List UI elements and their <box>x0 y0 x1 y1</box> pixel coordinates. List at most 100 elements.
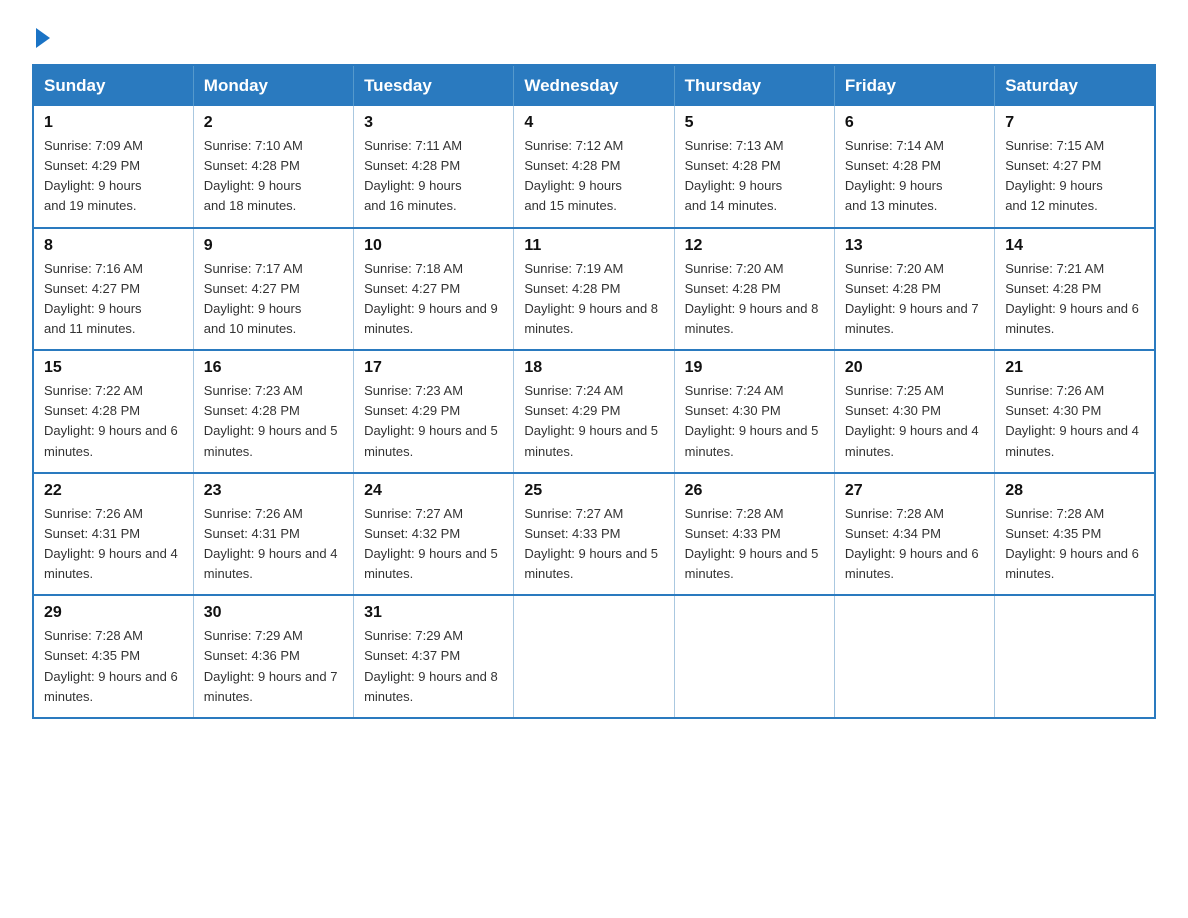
day-number: 22 <box>44 482 183 500</box>
calendar-day-cell: 8 Sunrise: 7:16 AMSunset: 4:27 PMDayligh… <box>33 228 193 351</box>
calendar-day-cell: 31 Sunrise: 7:29 AMSunset: 4:37 PMDaylig… <box>354 595 514 718</box>
calendar-day-cell: 6 Sunrise: 7:14 AMSunset: 4:28 PMDayligh… <box>834 106 994 228</box>
day-info: Sunrise: 7:28 AMSunset: 4:35 PMDaylight:… <box>44 628 178 703</box>
calendar-week-row: 15 Sunrise: 7:22 AMSunset: 4:28 PMDaylig… <box>33 350 1155 473</box>
day-number: 26 <box>685 482 824 500</box>
day-info: Sunrise: 7:19 AMSunset: 4:28 PMDaylight:… <box>524 261 658 336</box>
calendar-day-cell <box>995 595 1155 718</box>
day-info: Sunrise: 7:27 AMSunset: 4:33 PMDaylight:… <box>524 506 658 581</box>
day-number: 12 <box>685 237 824 255</box>
day-number: 11 <box>524 237 663 255</box>
day-info: Sunrise: 7:25 AMSunset: 4:30 PMDaylight:… <box>845 383 979 458</box>
header <box>32 24 1156 48</box>
day-info: Sunrise: 7:23 AMSunset: 4:29 PMDaylight:… <box>364 383 498 458</box>
calendar-week-row: 8 Sunrise: 7:16 AMSunset: 4:27 PMDayligh… <box>33 228 1155 351</box>
day-number: 24 <box>364 482 503 500</box>
day-number: 18 <box>524 359 663 377</box>
day-info: Sunrise: 7:11 AMSunset: 4:28 PMDaylight:… <box>364 138 462 213</box>
header-thursday: Thursday <box>674 65 834 106</box>
day-number: 29 <box>44 604 183 622</box>
day-number: 19 <box>685 359 824 377</box>
day-info: Sunrise: 7:14 AMSunset: 4:28 PMDaylight:… <box>845 138 944 213</box>
calendar-day-cell: 14 Sunrise: 7:21 AMSunset: 4:28 PMDaylig… <box>995 228 1155 351</box>
day-number: 27 <box>845 482 984 500</box>
day-info: Sunrise: 7:15 AMSunset: 4:27 PMDaylight:… <box>1005 138 1104 213</box>
weekday-header-row: Sunday Monday Tuesday Wednesday Thursday… <box>33 65 1155 106</box>
calendar-day-cell: 4 Sunrise: 7:12 AMSunset: 4:28 PMDayligh… <box>514 106 674 228</box>
calendar-day-cell: 27 Sunrise: 7:28 AMSunset: 4:34 PMDaylig… <box>834 473 994 596</box>
day-number: 30 <box>204 604 343 622</box>
calendar-day-cell: 7 Sunrise: 7:15 AMSunset: 4:27 PMDayligh… <box>995 106 1155 228</box>
day-info: Sunrise: 7:24 AMSunset: 4:29 PMDaylight:… <box>524 383 658 458</box>
header-friday: Friday <box>834 65 994 106</box>
day-number: 25 <box>524 482 663 500</box>
calendar-week-row: 1 Sunrise: 7:09 AMSunset: 4:29 PMDayligh… <box>33 106 1155 228</box>
calendar-week-row: 22 Sunrise: 7:26 AMSunset: 4:31 PMDaylig… <box>33 473 1155 596</box>
logo-blue-text <box>32 28 50 48</box>
day-info: Sunrise: 7:28 AMSunset: 4:33 PMDaylight:… <box>685 506 819 581</box>
day-number: 3 <box>364 114 503 132</box>
day-number: 7 <box>1005 114 1144 132</box>
day-info: Sunrise: 7:13 AMSunset: 4:28 PMDaylight:… <box>685 138 784 213</box>
day-info: Sunrise: 7:12 AMSunset: 4:28 PMDaylight:… <box>524 138 623 213</box>
calendar-day-cell <box>674 595 834 718</box>
day-info: Sunrise: 7:16 AMSunset: 4:27 PMDaylight:… <box>44 261 143 336</box>
calendar-day-cell: 28 Sunrise: 7:28 AMSunset: 4:35 PMDaylig… <box>995 473 1155 596</box>
day-info: Sunrise: 7:23 AMSunset: 4:28 PMDaylight:… <box>204 383 338 458</box>
day-info: Sunrise: 7:20 AMSunset: 4:28 PMDaylight:… <box>685 261 819 336</box>
day-info: Sunrise: 7:29 AMSunset: 4:37 PMDaylight:… <box>364 628 498 703</box>
day-number: 6 <box>845 114 984 132</box>
calendar-day-cell: 30 Sunrise: 7:29 AMSunset: 4:36 PMDaylig… <box>193 595 353 718</box>
calendar-day-cell <box>834 595 994 718</box>
calendar-day-cell: 21 Sunrise: 7:26 AMSunset: 4:30 PMDaylig… <box>995 350 1155 473</box>
calendar-day-cell: 20 Sunrise: 7:25 AMSunset: 4:30 PMDaylig… <box>834 350 994 473</box>
calendar-day-cell: 23 Sunrise: 7:26 AMSunset: 4:31 PMDaylig… <box>193 473 353 596</box>
day-number: 4 <box>524 114 663 132</box>
calendar-day-cell: 12 Sunrise: 7:20 AMSunset: 4:28 PMDaylig… <box>674 228 834 351</box>
day-info: Sunrise: 7:24 AMSunset: 4:30 PMDaylight:… <box>685 383 819 458</box>
day-info: Sunrise: 7:21 AMSunset: 4:28 PMDaylight:… <box>1005 261 1139 336</box>
day-number: 2 <box>204 114 343 132</box>
calendar-day-cell: 16 Sunrise: 7:23 AMSunset: 4:28 PMDaylig… <box>193 350 353 473</box>
calendar-day-cell: 9 Sunrise: 7:17 AMSunset: 4:27 PMDayligh… <box>193 228 353 351</box>
day-number: 28 <box>1005 482 1144 500</box>
day-info: Sunrise: 7:26 AMSunset: 4:31 PMDaylight:… <box>44 506 178 581</box>
calendar-table: Sunday Monday Tuesday Wednesday Thursday… <box>32 64 1156 719</box>
day-number: 10 <box>364 237 503 255</box>
day-info: Sunrise: 7:17 AMSunset: 4:27 PMDaylight:… <box>204 261 303 336</box>
calendar-day-cell: 17 Sunrise: 7:23 AMSunset: 4:29 PMDaylig… <box>354 350 514 473</box>
day-info: Sunrise: 7:28 AMSunset: 4:34 PMDaylight:… <box>845 506 979 581</box>
day-info: Sunrise: 7:27 AMSunset: 4:32 PMDaylight:… <box>364 506 498 581</box>
day-info: Sunrise: 7:22 AMSunset: 4:28 PMDaylight:… <box>44 383 178 458</box>
day-number: 8 <box>44 237 183 255</box>
calendar-day-cell: 25 Sunrise: 7:27 AMSunset: 4:33 PMDaylig… <box>514 473 674 596</box>
calendar-day-cell: 24 Sunrise: 7:27 AMSunset: 4:32 PMDaylig… <box>354 473 514 596</box>
calendar-day-cell: 5 Sunrise: 7:13 AMSunset: 4:28 PMDayligh… <box>674 106 834 228</box>
header-tuesday: Tuesday <box>354 65 514 106</box>
day-number: 9 <box>204 237 343 255</box>
day-number: 13 <box>845 237 984 255</box>
day-info: Sunrise: 7:09 AMSunset: 4:29 PMDaylight:… <box>44 138 143 213</box>
day-number: 21 <box>1005 359 1144 377</box>
day-number: 31 <box>364 604 503 622</box>
day-info: Sunrise: 7:26 AMSunset: 4:30 PMDaylight:… <box>1005 383 1139 458</box>
day-info: Sunrise: 7:29 AMSunset: 4:36 PMDaylight:… <box>204 628 338 703</box>
calendar-day-cell: 15 Sunrise: 7:22 AMSunset: 4:28 PMDaylig… <box>33 350 193 473</box>
calendar-day-cell: 3 Sunrise: 7:11 AMSunset: 4:28 PMDayligh… <box>354 106 514 228</box>
header-saturday: Saturday <box>995 65 1155 106</box>
calendar-day-cell: 22 Sunrise: 7:26 AMSunset: 4:31 PMDaylig… <box>33 473 193 596</box>
logo-triangle-icon <box>36 28 50 48</box>
calendar-day-cell: 11 Sunrise: 7:19 AMSunset: 4:28 PMDaylig… <box>514 228 674 351</box>
day-number: 17 <box>364 359 503 377</box>
day-info: Sunrise: 7:26 AMSunset: 4:31 PMDaylight:… <box>204 506 338 581</box>
calendar-day-cell: 26 Sunrise: 7:28 AMSunset: 4:33 PMDaylig… <box>674 473 834 596</box>
calendar-day-cell: 18 Sunrise: 7:24 AMSunset: 4:29 PMDaylig… <box>514 350 674 473</box>
day-number: 23 <box>204 482 343 500</box>
calendar-day-cell: 29 Sunrise: 7:28 AMSunset: 4:35 PMDaylig… <box>33 595 193 718</box>
day-number: 5 <box>685 114 824 132</box>
day-info: Sunrise: 7:10 AMSunset: 4:28 PMDaylight:… <box>204 138 303 213</box>
header-wednesday: Wednesday <box>514 65 674 106</box>
calendar-day-cell: 10 Sunrise: 7:18 AMSunset: 4:27 PMDaylig… <box>354 228 514 351</box>
day-number: 14 <box>1005 237 1144 255</box>
day-number: 15 <box>44 359 183 377</box>
